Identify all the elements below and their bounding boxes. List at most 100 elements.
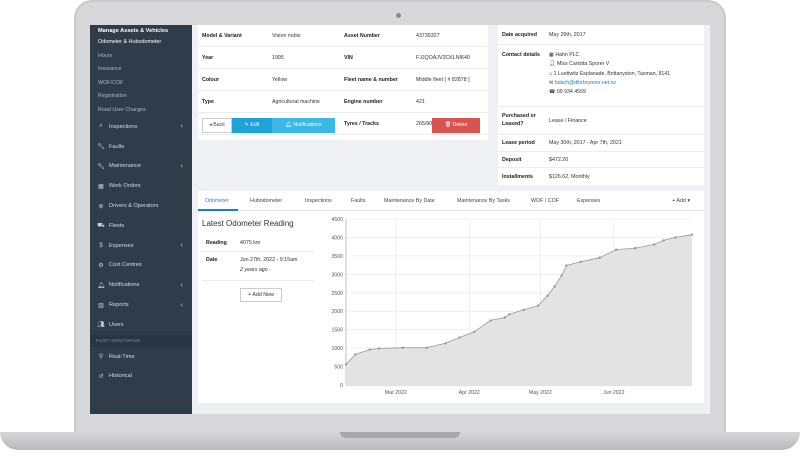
sidebar-item-users[interactable]: 👥︎ Users	[90, 315, 192, 335]
sidebar-item-label: Cost Centres	[109, 262, 142, 269]
odometer-point	[344, 363, 348, 366]
readings-tabs: Odometer Hubodometer Inspections Faults Main…	[198, 191, 704, 211]
deposit-value: $472.20	[549, 157, 569, 163]
odometer-title: Latest Odometer Reading	[202, 219, 294, 228]
odometer-point	[354, 353, 357, 356]
submenu-item-wof-cof[interactable]: WOF/COF	[90, 77, 192, 91]
odometer-point	[401, 346, 404, 349]
date-row: Date Jun 27th, 2022 - 9:15am 2 years ago	[202, 252, 314, 281]
detail-label: Model & Variant	[202, 33, 242, 39]
detail-value: Vision nobis	[272, 33, 301, 39]
add-dropdown[interactable]: + Add ▾	[672, 198, 690, 204]
tab-expenses[interactable]: Expenses	[577, 198, 600, 204]
contact-email[interactable]: ✉ bdach@dibrbrunner.net.nz	[549, 79, 670, 88]
purchase-details-card: Date acquired May 29th, 2017 Contact det…	[498, 25, 704, 185]
detail-label: VIN	[344, 55, 353, 61]
date-acquired-row: Date acquired May 29th, 2017	[498, 25, 704, 45]
submenu-item-odometer-hubodometer[interactable]: Odometer & Hubodometer	[90, 36, 192, 50]
odometer-point	[560, 274, 563, 277]
tab-wof-cof[interactable]: WOF / COF	[531, 198, 559, 204]
tab-odometer[interactable]: Odometer	[205, 198, 229, 204]
y-tick-label: 3500	[331, 254, 343, 260]
odometer-point	[536, 304, 540, 307]
reading-row: Reading 4075 km	[202, 235, 314, 252]
deposit-label: Deposit	[502, 157, 522, 163]
date-ago: 2 years ago	[240, 267, 268, 273]
bell-icon: 🔔︎	[97, 282, 105, 289]
submenu-title[interactable]: Manage Assets & Vehicles	[90, 25, 192, 36]
grid-icon: ▦	[98, 183, 104, 190]
edit-label: Edit	[250, 122, 260, 128]
tab-maintenance-by-date[interactable]: Maintenance By Date	[384, 198, 435, 204]
sidebar-item-faults[interactable]: 🔧︎ Faults	[90, 137, 192, 157]
detail-value: 1995	[272, 55, 284, 61]
contact-person: 👤︎ Miss Carlotta Sporer V	[549, 61, 610, 68]
main-content: Model & Variant Vision nobis Asset Number 4…	[192, 25, 710, 414]
sidebar-item-expenses[interactable]: $ Expenses ‹	[90, 236, 192, 256]
detail-row: Colour Yellow Fleet name & number Middle fl…	[198, 69, 488, 91]
sidebar-item-maintenance[interactable]: 🔧︎ Maintenance ‹	[90, 157, 192, 177]
odometer-point	[444, 342, 447, 345]
detail-value: Agricultural machine	[272, 99, 320, 105]
fleet-monitoring-section: FLEET MONITORING	[90, 334, 192, 347]
submenu: Odometer & Hubodometer Hours Insurance WOF/…	[90, 36, 192, 117]
odometer-point	[425, 346, 428, 349]
submenu-item-registration[interactable]: Registration	[90, 90, 192, 104]
sidebar-item-notifications[interactable]: 🔔︎ Notifications ‹	[90, 275, 192, 295]
x-tick-label: May 2022	[529, 390, 552, 396]
odometer-point	[378, 347, 381, 350]
phone-icon: ☎	[549, 89, 556, 96]
detail-value: FJJQOAJV2CKLNI640	[416, 55, 470, 61]
chevron-left-icon: ‹	[180, 123, 183, 131]
notifications-label: Notifications	[293, 122, 322, 128]
odometer-point	[489, 319, 492, 322]
sidebar-item-real-time[interactable]: ⚲ Real-Time	[90, 347, 192, 367]
submenu-item-hours[interactable]: Hours	[90, 50, 192, 64]
sidebar-item-label: Drivers & Operators	[109, 203, 159, 210]
contact-address: ⌂ 1 Luettwitz Esplanade, Brittanyston, T…	[549, 70, 670, 77]
x-tick-label: Jun 2022	[603, 390, 624, 396]
sidebar-item-historical[interactable]: ↺ Historical	[90, 367, 192, 387]
sidebar-item-reports[interactable]: ▥ Reports ‹	[90, 295, 192, 315]
y-tick-label: 1000	[331, 346, 343, 352]
y-tick-label: 1500	[331, 328, 343, 334]
installments-row: Installments $126.62, Monthly	[498, 168, 704, 185]
notifications-button[interactable]: 🔔︎ Notifications	[272, 118, 335, 133]
back-label: Back	[213, 122, 225, 128]
detail-label: Asset Number	[344, 33, 380, 39]
back-button[interactable]: ◂ Back	[202, 118, 232, 133]
sidebar-item-work-orders[interactable]: ▦ Work Orders	[90, 176, 192, 196]
steering-wheel-icon: ⊛	[98, 203, 104, 210]
detail-row: Year 1995 VIN FJJQOAJV2CKLNI640	[198, 47, 488, 69]
lease-period-value: May 30th, 2017 - Apr 7th, 2021	[549, 140, 622, 146]
envelope-icon: ✉	[549, 79, 554, 86]
detail-value: 43739327	[416, 33, 440, 39]
sidebar-item-fleets[interactable]: ⛟ Fleets	[90, 216, 192, 236]
delete-button[interactable]: 🗑︎ Delete	[432, 118, 480, 133]
odometer-point	[472, 330, 476, 333]
home-icon: ⌂	[549, 70, 553, 77]
date-value: Jun 27th, 2022 - 9:15am	[240, 257, 298, 263]
tab-inspections[interactable]: Inspections	[305, 198, 332, 204]
submenu-item-road-user-charges[interactable]: Road User Charges	[90, 104, 192, 118]
sidebar-item-inspections[interactable]: ⌕ Inspections ‹	[90, 117, 192, 137]
detail-label: Colour	[202, 77, 220, 83]
edit-button[interactable]: ✎ Edit	[232, 118, 272, 133]
sidebar-item-cost-centres[interactable]: ⚙ Cost Centres	[90, 256, 192, 276]
add-label: Add	[676, 198, 686, 204]
sidebar-item-drivers-operators[interactable]: ⊛ Drivers & Operators	[90, 196, 192, 216]
users-icon: 👥︎	[97, 322, 105, 329]
tab-faults[interactable]: Faults	[351, 198, 365, 204]
tab-hubodometer[interactable]: Hubodometer	[250, 198, 282, 204]
reading-value: 4075 km	[240, 240, 261, 246]
add-new-button[interactable]: + Add New	[240, 288, 282, 302]
purchased-label: Purchased or Leased?	[502, 113, 536, 127]
detail-label: Engine number	[344, 99, 383, 105]
add-new-label: Add New	[252, 292, 274, 298]
tab-maintenance-by-tasks[interactable]: Maintenance By Tasks	[457, 198, 510, 204]
submenu-item-insurance[interactable]: Insurance	[90, 63, 192, 77]
user-icon: 👤︎	[549, 61, 556, 68]
contact-details-row: Contact details ▦ Hahn PLC 👤︎ Miss Carlo…	[498, 45, 704, 107]
sidebar-item-label: Reports	[109, 302, 129, 309]
purchased-value: Lease / Finance	[549, 118, 587, 124]
